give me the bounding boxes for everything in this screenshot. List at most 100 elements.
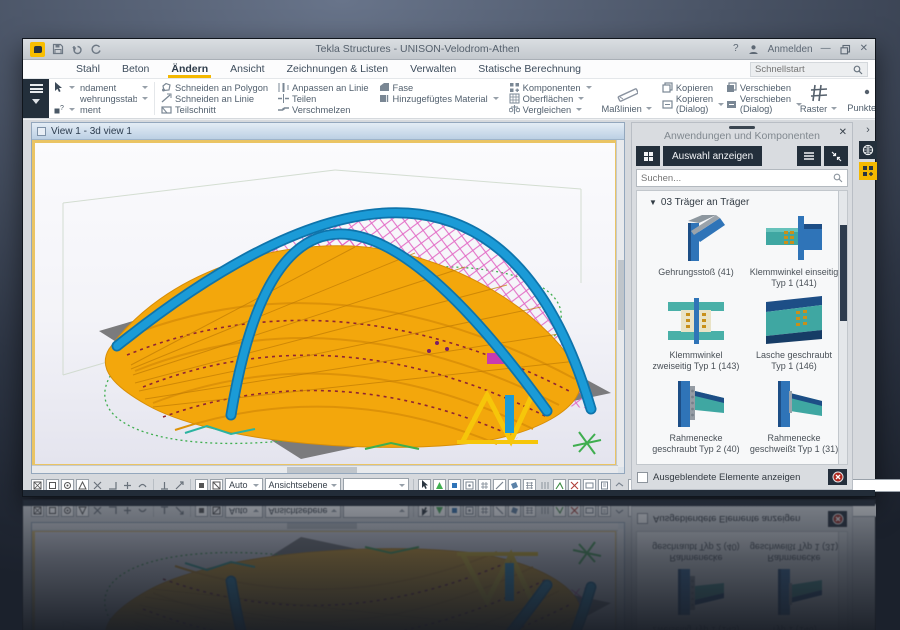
grid-button[interactable]: Raster bbox=[795, 79, 842, 118]
component-item[interactable]: Gehrungsstoß (41) bbox=[647, 211, 745, 288]
app-window: Tekla Structures - UNISON-Velodrom-Athen… bbox=[22, 499, 876, 630]
tree-collapse-icon[interactable]: ▼ bbox=[649, 198, 657, 207]
component-thumbnail bbox=[766, 216, 822, 260]
surfaces-button[interactable]: Oberflächen bbox=[509, 93, 592, 104]
thumbnail-view-button[interactable] bbox=[636, 146, 660, 166]
ribbon-item-element[interactable]: ment bbox=[80, 104, 148, 115]
query-tool-button[interactable]: ? bbox=[54, 104, 75, 115]
app-window: Tekla Structures - UNISON-Velodrom-Athen… bbox=[22, 38, 900, 497]
show-hidden-label: Ausgeblendete Elemente anzeigen bbox=[653, 471, 801, 483]
added-material-icon bbox=[379, 95, 388, 102]
close-panel-button[interactable] bbox=[828, 469, 847, 485]
save-icon[interactable] bbox=[51, 43, 64, 56]
tab-verwalten[interactable]: Verwalten bbox=[399, 60, 467, 78]
move-button[interactable]: Verschieben bbox=[726, 82, 791, 93]
compare-icon bbox=[508, 105, 520, 114]
part-cut-icon bbox=[161, 106, 172, 114]
inquire-icon: ? bbox=[54, 105, 64, 113]
component-item[interactable]: Klemmwinkel zweiseitig Typ 1 (143) bbox=[647, 294, 745, 371]
help-icon[interactable]: ? bbox=[733, 44, 739, 54]
tab-statische-berechnung[interactable]: Statische Berechnung bbox=[467, 60, 592, 78]
ribbon-tab-row: Stahl Beton Ändern Ansicht Zeichnungen &… bbox=[23, 60, 875, 79]
expand-pane-icon[interactable]: › bbox=[866, 124, 870, 136]
copy-button[interactable]: Kopieren bbox=[662, 82, 716, 93]
chamfer-button[interactable]: Fase bbox=[379, 82, 499, 93]
quickstart-search[interactable] bbox=[750, 62, 868, 77]
component-item[interactable] bbox=[647, 460, 745, 464]
list-menu-button[interactable] bbox=[797, 146, 821, 166]
copy-icon bbox=[662, 82, 673, 93]
cut-polygon-button[interactable]: Schneiden an Polygon bbox=[161, 82, 268, 93]
select-tool-button[interactable] bbox=[54, 82, 75, 93]
tab-aendern[interactable]: Ändern bbox=[160, 60, 219, 78]
component-item[interactable]: Rahmenecke geschraubt Typ 2 (40) bbox=[647, 377, 745, 454]
ribbon-item-fundament[interactable]: ndament bbox=[80, 82, 148, 93]
dimension-lines-button[interactable]: Maßlinien bbox=[597, 79, 657, 118]
tab-beton[interactable]: Beton bbox=[111, 60, 160, 78]
signin-button[interactable]: Anmelden bbox=[768, 44, 813, 55]
minimize-button[interactable]: — bbox=[821, 44, 831, 54]
hamburger-icon bbox=[29, 84, 43, 93]
added-material-button[interactable]: Hinzugefügtes Material bbox=[379, 93, 499, 104]
cut-polygon-icon bbox=[162, 82, 171, 92]
ribbon: ? ndament wehrungsstab ment Schneiden an… bbox=[23, 79, 875, 119]
tab-stahl[interactable]: Stahl bbox=[65, 60, 111, 78]
search-icon bbox=[853, 65, 863, 74]
show-selection-button[interactable]: Auswahl anzeigen bbox=[663, 146, 763, 166]
cut-line-icon bbox=[161, 93, 172, 103]
combine-button[interactable]: Verschmelzen bbox=[278, 104, 369, 115]
desktop-background: Tekla Structures - UNISON-Velodrom-Athen… bbox=[0, 0, 900, 630]
user-icon[interactable] bbox=[747, 43, 760, 56]
viewport-hscrollbar[interactable] bbox=[32, 465, 618, 473]
view-icon bbox=[37, 126, 46, 136]
restore-button[interactable] bbox=[839, 43, 852, 56]
split-button[interactable]: Teilen bbox=[278, 93, 369, 104]
ribbon-item-bewehrungsstab[interactable]: wehrungsstab bbox=[80, 93, 148, 104]
tekla-logo-icon[interactable] bbox=[30, 41, 45, 57]
component-search-input[interactable] bbox=[641, 172, 829, 184]
component-item[interactable] bbox=[745, 460, 838, 464]
move-dialog-button[interactable]: Verschieben (Dialog) bbox=[726, 93, 803, 115]
component-group-header[interactable]: ▼ 03 Träger an Träger bbox=[649, 197, 838, 208]
tab-ansicht[interactable]: Ansicht bbox=[219, 60, 275, 78]
component-item[interactable]: Klemmwinkel einseitig Typ 1 (141) bbox=[745, 211, 838, 288]
components-pane-button[interactable] bbox=[859, 162, 877, 180]
surfaces-icon bbox=[509, 93, 520, 104]
chevron-down-icon bbox=[32, 99, 40, 104]
panel-title: Anwendungen und Komponenten bbox=[664, 130, 820, 142]
file-menu-button[interactable] bbox=[23, 79, 49, 118]
component-list-scrollbar[interactable] bbox=[838, 191, 847, 464]
fit-to-line-button[interactable]: Anpassen an Linie bbox=[278, 82, 369, 93]
tab-zeichnungen-listen[interactable]: Zeichnungen & Listen bbox=[276, 60, 400, 78]
titlebar: Tekla Structures - UNISON-Velodrom-Athen… bbox=[23, 39, 875, 60]
show-hidden-checkbox[interactable] bbox=[637, 471, 648, 483]
window-title: Tekla Structures - UNISON-Velodrom-Athen bbox=[315, 43, 520, 55]
quickstart-input[interactable] bbox=[755, 64, 849, 75]
panel-drag-handle[interactable] bbox=[729, 126, 755, 129]
grid-icon bbox=[810, 84, 827, 101]
cut-line-button[interactable]: Schneiden an Linie bbox=[161, 93, 268, 104]
reference-models-button[interactable] bbox=[859, 141, 877, 159]
points-button[interactable]: Punkte bbox=[842, 79, 875, 118]
copy-dialog-button[interactable]: Kopieren (Dialog) bbox=[662, 93, 725, 115]
viewport-vscrollbar[interactable] bbox=[616, 140, 624, 467]
collapse-panel-button[interactable] bbox=[824, 146, 848, 166]
components-button[interactable]: Komponenten bbox=[509, 82, 592, 93]
component-list: ▼ 03 Träger an Träger Gehrungsstoß (41) … bbox=[636, 190, 848, 465]
panel-close-button[interactable]: ✕ bbox=[839, 127, 847, 138]
move-icon bbox=[726, 82, 737, 92]
redo-icon[interactable] bbox=[89, 43, 102, 56]
part-cut-button[interactable]: Teilschnitt bbox=[161, 104, 268, 115]
component-thumbnail bbox=[688, 215, 725, 261]
component-item[interactable]: Rahmenecke geschweißt Typ 1 (31) bbox=[745, 377, 838, 454]
component-item[interactable]: Lasche geschraubt Typ 1 (146) bbox=[745, 294, 838, 371]
model-viewport[interactable] bbox=[32, 140, 618, 467]
components-icon bbox=[509, 83, 519, 92]
view-titlebar[interactable]: View 1 - 3d view 1 bbox=[32, 123, 624, 140]
close-button[interactable]: ✕ bbox=[860, 44, 868, 54]
panel-header[interactable]: Anwendungen und Komponenten ✕ bbox=[632, 123, 852, 143]
compare-button[interactable]: Vergleichen bbox=[508, 104, 592, 115]
undo-icon[interactable] bbox=[70, 43, 83, 56]
cursor-icon bbox=[55, 82, 62, 92]
component-search[interactable] bbox=[636, 169, 848, 187]
